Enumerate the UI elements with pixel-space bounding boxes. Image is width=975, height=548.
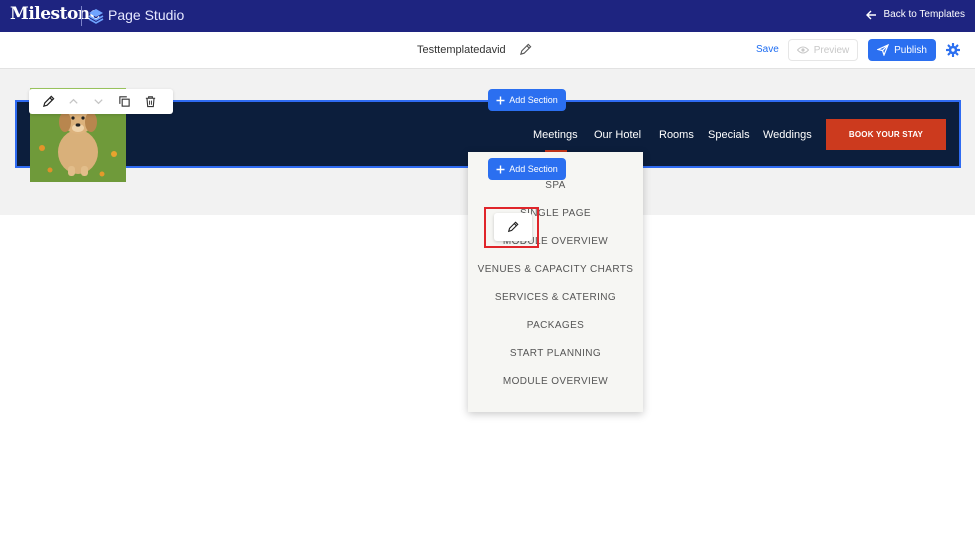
nav-item-specials[interactable]: Specials [708,129,750,141]
trash-icon[interactable] [144,95,157,108]
chevron-up-icon[interactable] [67,95,80,108]
back-to-templates-label: Back to Templates [883,9,965,20]
highlight-box [484,207,539,248]
add-section-label: Add Section [509,95,558,105]
plus-icon [496,165,505,173]
dropdown-item-services-catering[interactable]: SERVICES & CATERING [468,292,643,303]
nav-item-meetings[interactable]: Meetings [533,129,578,141]
plus-icon [496,96,505,104]
nav-item-rooms[interactable]: Rooms [659,129,694,141]
publish-label: Publish [894,44,927,56]
book-your-stay-button[interactable]: BOOK YOUR STAY [826,119,946,150]
brand-logo[interactable]: Milestone [10,4,101,24]
pencil-icon[interactable] [519,43,532,56]
save-button[interactable]: Save [756,44,779,55]
dropdown-item-venues-capacity-charts[interactable]: VENUES & CAPACITY CHARTS [468,264,643,275]
template-name: Testtemplatedavid [417,44,506,56]
add-section-button-2[interactable]: Add Section [488,158,566,180]
gear-icon[interactable] [946,43,960,57]
app-bar: Milestone Page Studio Back to Templates [0,0,975,32]
duplicate-icon[interactable] [118,95,131,108]
preview-label: Preview [813,44,850,56]
nav-item-weddings[interactable]: Weddings [763,129,812,141]
nav-item-our-hotel[interactable]: Our Hotel [594,129,641,141]
pencil-icon[interactable] [42,95,55,108]
dropdown-item-packages[interactable]: PACKAGES [468,320,643,331]
layers-icon [88,9,104,24]
dropdown-item-start-planning[interactable]: START PLANNING [468,348,643,359]
dropdown-item-module-overview-2[interactable]: MODULE OVERVIEW [468,376,643,387]
add-section-button[interactable]: Add Section [488,89,566,111]
product-name: Page Studio [108,7,185,23]
editor-title-bar: Testtemplatedavid Save Preview Publish [0,32,975,69]
nav-dropdown-menu: SPA SINGLE PAGE MODULE OVERVIEW VENUES &… [468,152,643,412]
divider [81,6,82,26]
add-section-label: Add Section [509,164,558,174]
preview-button[interactable]: Preview [788,39,858,61]
back-to-templates-link[interactable]: Back to Templates [866,9,965,20]
arrow-left-icon [866,10,877,19]
send-icon [877,44,890,56]
publish-button[interactable]: Publish [868,39,936,61]
dropdown-item-spa[interactable]: SPA [468,180,643,191]
element-toolbar [29,89,173,114]
eye-icon [796,46,809,54]
chevron-down-icon[interactable] [92,95,105,108]
